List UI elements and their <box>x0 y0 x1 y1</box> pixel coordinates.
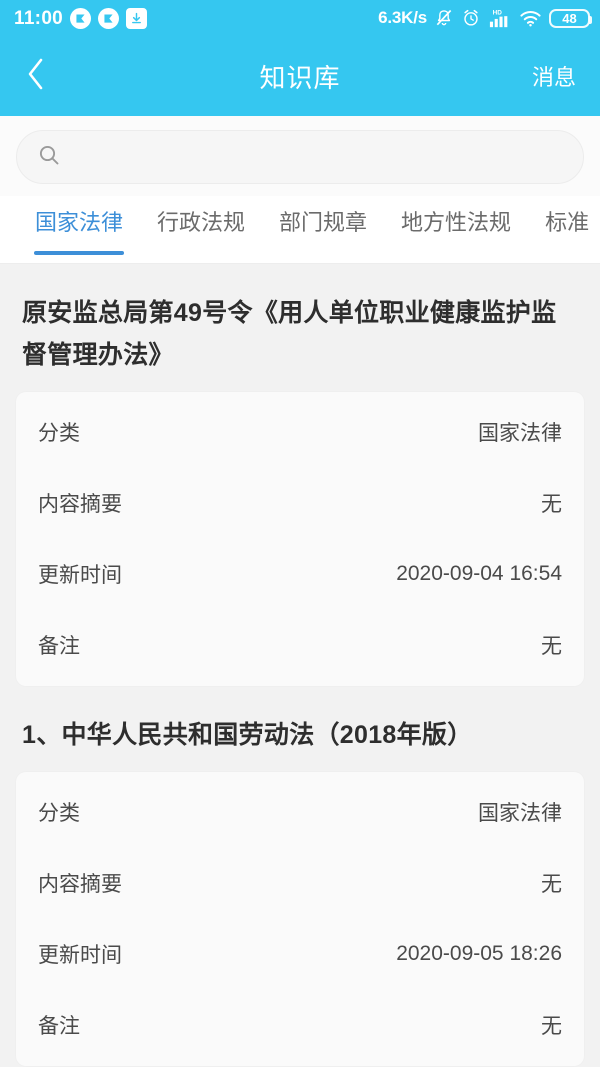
bell-muted-icon <box>434 8 454 28</box>
tab-active-underline <box>34 251 125 255</box>
detail-row: 更新时间 2020-09-04 16:54 <box>38 538 562 609</box>
detail-key: 分类 <box>38 421 80 445</box>
status-bar: 11:00 6.3K/s HD 48 <box>0 0 600 36</box>
category-tabs[interactable]: 国家法律 行政法规 部门规章 地方性法规 标准 <box>0 196 600 264</box>
app-badge-icon <box>98 7 120 29</box>
chevron-left-icon <box>23 54 49 99</box>
detail-key: 分类 <box>38 801 80 825</box>
tab-department-rule[interactable]: 部门规章 <box>262 196 384 263</box>
detail-value: 2020-09-04 16:54 <box>396 561 562 585</box>
messages-button[interactable]: 消息 <box>532 60 576 92</box>
detail-value: 国家法律 <box>478 421 562 445</box>
status-bar-left: 11:00 <box>14 7 148 29</box>
detail-value: 无 <box>541 1014 562 1038</box>
tab-label: 国家法律 <box>35 210 124 235</box>
tab-active-underline <box>400 251 512 255</box>
tab-active-underline <box>156 251 246 255</box>
detail-row: 分类 国家法律 <box>38 776 562 847</box>
detail-row: 分类 国家法律 <box>38 396 562 467</box>
tab-local-regulation[interactable]: 地方性法规 <box>384 196 528 263</box>
detail-value: 2020-09-05 18:26 <box>396 941 562 965</box>
knowledge-base-screen: 11:00 6.3K/s HD 48 知识库 消息 国家法律 行政法规 部门规章… <box>0 0 600 1067</box>
tab-national-law[interactable]: 国家法律 <box>18 196 140 263</box>
document-title[interactable]: 原安监总局第49号令《用人单位职业健康监护监督管理办法》 <box>16 264 584 392</box>
detail-value: 无 <box>541 872 562 896</box>
tab-standard[interactable]: 标准 <box>528 196 600 263</box>
detail-value: 无 <box>541 492 562 516</box>
search-bar[interactable] <box>16 130 584 184</box>
search-input[interactable] <box>75 145 563 169</box>
detail-key: 内容摘要 <box>38 872 122 896</box>
svg-text:HD: HD <box>493 9 503 16</box>
tab-label: 地方性法规 <box>401 210 512 235</box>
tab-administrative-regulation[interactable]: 行政法规 <box>140 196 262 263</box>
detail-key: 备注 <box>38 634 80 658</box>
search-section <box>0 116 600 196</box>
detail-row: 备注 无 <box>38 609 562 680</box>
detail-row: 内容摘要 无 <box>38 467 562 538</box>
status-bar-right: 6.3K/s HD 48 <box>378 7 592 29</box>
detail-key: 更新时间 <box>38 563 122 587</box>
document-list[interactable]: 原安监总局第49号令《用人单位职业健康监护监督管理办法》 分类 国家法律 内容摘… <box>0 264 600 1067</box>
detail-key: 备注 <box>38 1014 80 1038</box>
detail-row: 更新时间 2020-09-05 18:26 <box>38 918 562 989</box>
document-title[interactable]: 1、中华人民共和国劳动法（2018年版） <box>16 686 584 772</box>
status-time: 11:00 <box>14 7 64 29</box>
app-badge-icon <box>70 7 92 29</box>
page-title: 知识库 <box>259 62 341 93</box>
detail-key: 内容摘要 <box>38 492 122 516</box>
detail-value: 无 <box>541 634 562 658</box>
detail-key: 更新时间 <box>38 943 122 967</box>
network-speed: 6.3K/s <box>378 8 427 27</box>
tab-label: 行政法规 <box>157 210 246 235</box>
alarm-clock-icon <box>461 8 481 28</box>
detail-row: 内容摘要 无 <box>38 847 562 918</box>
hd-signal-icon: HD <box>488 7 512 29</box>
tab-label: 标准 <box>545 210 590 235</box>
back-button[interactable] <box>0 36 72 116</box>
wifi-icon <box>519 8 542 28</box>
battery-indicator: 48 <box>549 8 592 28</box>
search-icon <box>37 143 61 172</box>
detail-value: 国家法律 <box>478 801 562 825</box>
detail-row: 备注 无 <box>38 989 562 1060</box>
tab-active-underline <box>544 251 590 255</box>
tab-label: 部门规章 <box>279 210 368 235</box>
download-icon <box>126 7 148 29</box>
tab-active-underline <box>278 251 368 255</box>
document-detail-card[interactable]: 分类 国家法律 内容摘要 无 更新时间 2020-09-04 16:54 备注 … <box>16 392 584 686</box>
document-detail-card[interactable]: 分类 国家法律 内容摘要 无 更新时间 2020-09-05 18:26 备注 … <box>16 772 584 1066</box>
navigation-bar: 知识库 消息 <box>0 36 600 116</box>
battery-level: 48 <box>562 10 577 26</box>
